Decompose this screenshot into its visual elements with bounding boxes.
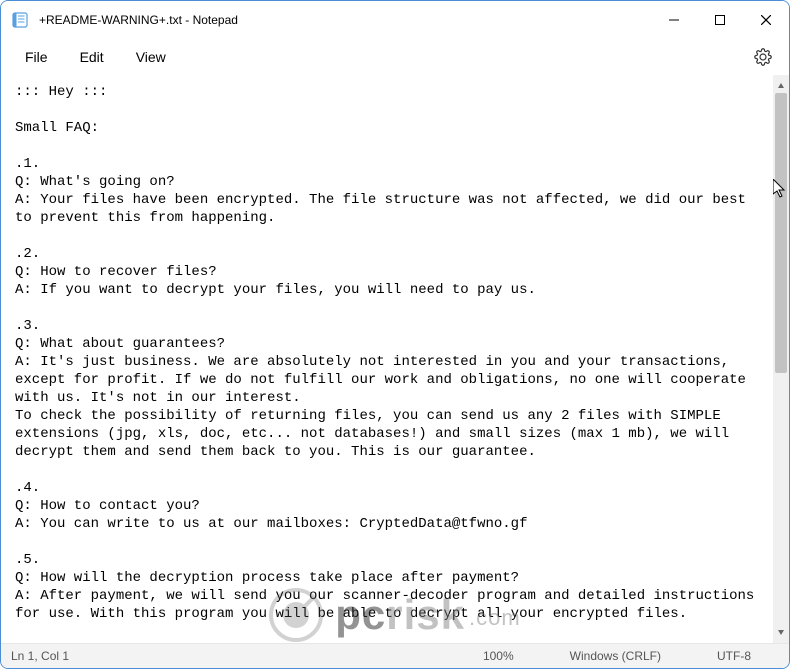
settings-button[interactable]	[745, 39, 781, 75]
menubar: File Edit View	[1, 39, 789, 75]
vertical-scrollbar[interactable]	[773, 75, 789, 643]
notepad-icon	[11, 11, 29, 29]
statusbar: Ln 1, Col 1 100% Windows (CRLF) UTF-8	[1, 643, 789, 668]
close-button[interactable]	[743, 1, 789, 39]
status-encoding: UTF-8	[689, 649, 779, 663]
status-zoom: 100%	[455, 649, 542, 663]
status-position: Ln 1, Col 1	[11, 649, 69, 663]
close-icon	[761, 15, 771, 25]
menu-file[interactable]: File	[9, 43, 64, 71]
text-editor[interactable]: ::: Hey ::: Small FAQ: .1. Q: What's goi…	[1, 75, 773, 643]
content-area: ::: Hey ::: Small FAQ: .1. Q: What's goi…	[1, 75, 789, 643]
window-title: +README-WARNING+.txt - Notepad	[39, 13, 238, 27]
status-lineending: Windows (CRLF)	[542, 649, 689, 663]
menu-view[interactable]: View	[120, 43, 182, 71]
scrollbar-thumb[interactable]	[775, 93, 787, 373]
minimize-icon	[669, 15, 679, 25]
gear-icon	[754, 48, 772, 66]
titlebar[interactable]: +README-WARNING+.txt - Notepad	[1, 1, 789, 39]
maximize-button[interactable]	[697, 1, 743, 39]
menu-edit[interactable]: Edit	[64, 43, 120, 71]
maximize-icon	[715, 15, 725, 25]
minimize-button[interactable]	[651, 1, 697, 39]
notepad-window: +README-WARNING+.txt - Notepad File Edit…	[0, 0, 790, 669]
scroll-down-icon[interactable]	[777, 623, 785, 641]
